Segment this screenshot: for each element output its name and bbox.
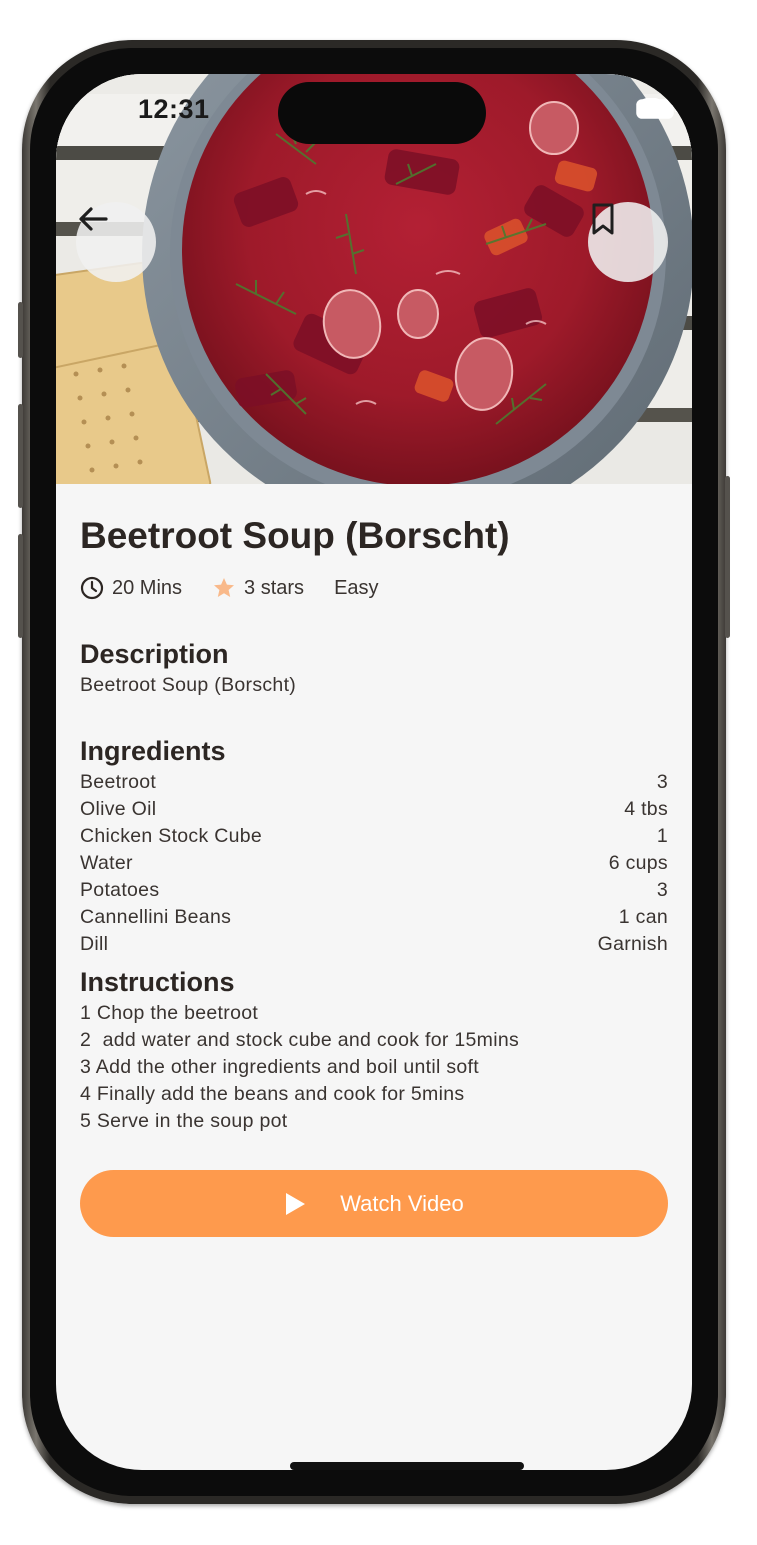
- instructions-section: Instructions 1 Chop the beetroot 2 add w…: [80, 966, 668, 1135]
- watch-video-button[interactable]: Watch Video: [80, 1170, 668, 1237]
- rating-label: 3 stars: [244, 576, 305, 599]
- ingredient-name: Cannellini Beans: [80, 906, 232, 928]
- power-button: [725, 476, 730, 638]
- recipe-title: Beetroot Soup (Borscht): [80, 515, 510, 556]
- ingredient-amount: 6 cups: [608, 852, 668, 874]
- play-icon: [286, 1192, 306, 1215]
- ingredient-row: Cannellini Beans 1 can: [80, 904, 668, 931]
- cook-time-label: 20 Mins: [112, 576, 183, 599]
- battery-icon: [636, 99, 678, 119]
- home-indicator[interactable]: [290, 1462, 524, 1470]
- mute-switch: [18, 302, 23, 358]
- instruction-step: 5 Serve in the soup pot: [80, 1110, 288, 1132]
- volume-up-button: [18, 404, 23, 508]
- ingredient-amount: 3: [656, 879, 668, 901]
- rating: 3 stars: [212, 576, 304, 600]
- app-screen: 12:31 Beetroot Soup (Borscht) 20 Mins 3 …: [56, 74, 692, 1470]
- bezel: 12:31 Beetroot Soup (Borscht) 20 Mins 3 …: [30, 48, 718, 1496]
- instruction-step: 4 Finally add the beans and cook for 5mi…: [80, 1083, 465, 1105]
- description-heading: Description: [80, 639, 229, 669]
- instructions-list: 1 Chop the beetroot 2 add water and stoc…: [80, 1000, 668, 1135]
- instruction-step: 1 Chop the beetroot: [80, 1002, 259, 1024]
- bookmark-icon: [592, 203, 614, 235]
- ingredient-name: Chicken Stock Cube: [80, 825, 263, 847]
- description-section: Description Beetroot Soup (Borscht): [80, 638, 668, 699]
- bookmark-button[interactable]: [588, 202, 668, 282]
- description-text: Beetroot Soup (Borscht): [80, 674, 297, 696]
- ingredient-row: Olive Oil 4 tbs: [80, 796, 668, 823]
- ingredient-name: Potatoes: [80, 879, 160, 901]
- status-time: 12:31: [138, 94, 210, 124]
- volume-down-button: [18, 534, 23, 638]
- phone-frame: 12:31 Beetroot Soup (Borscht) 20 Mins 3 …: [18, 40, 730, 1504]
- back-button[interactable]: [76, 202, 156, 282]
- ingredient-name: Water: [80, 852, 133, 874]
- cook-time: 20 Mins: [80, 576, 182, 600]
- instruction-step: 3 Add the other ingredients and boil unt…: [80, 1056, 479, 1078]
- ingredient-amount: 1 can: [618, 906, 668, 928]
- instruction-step: 2 add water and stock cube and cook for …: [80, 1029, 520, 1051]
- dynamic-island: [278, 82, 486, 144]
- ingredient-amount: 3: [656, 771, 668, 793]
- recipe-meta: 20 Mins 3 stars Easy: [80, 574, 668, 602]
- ingredient-row: Dill Garnish: [80, 931, 668, 958]
- difficulty-label: Easy: [334, 576, 379, 599]
- ingredient-row: Beetroot 3: [80, 769, 668, 796]
- ingredients-section: Ingredients Beetroot 3 Olive Oil 4 tbs Chi…: [80, 735, 668, 958]
- instructions-heading: Instructions: [80, 967, 235, 997]
- ingredients-heading: Ingredients: [80, 736, 226, 766]
- recipe-details: Beetroot Soup (Borscht) 20 Mins 3 stars …: [80, 484, 668, 1237]
- ingredient-name: Beetroot: [80, 771, 157, 793]
- star-icon: [214, 578, 235, 597]
- recipe-hero-image: 12:31: [56, 74, 692, 484]
- ingredient-row: Chicken Stock Cube 1: [80, 823, 668, 850]
- ingredient-row: Water 6 cups: [80, 850, 668, 877]
- ingredient-name: Dill: [80, 933, 109, 955]
- clock-icon: [80, 576, 104, 600]
- ingredient-amount: Garnish: [597, 933, 668, 955]
- arrow-left-icon: [79, 207, 108, 231]
- ingredients-list: Beetroot 3 Olive Oil 4 tbs Chicken Stock C…: [80, 769, 668, 958]
- ingredient-amount: 4 tbs: [624, 798, 668, 820]
- ingredient-name: Olive Oil: [80, 798, 157, 820]
- ingredient-amount: 1: [656, 825, 668, 847]
- watch-video-label: Watch Video: [340, 1190, 464, 1216]
- ingredient-row: Potatoes 3: [80, 877, 668, 904]
- difficulty: Easy: [334, 577, 378, 600]
